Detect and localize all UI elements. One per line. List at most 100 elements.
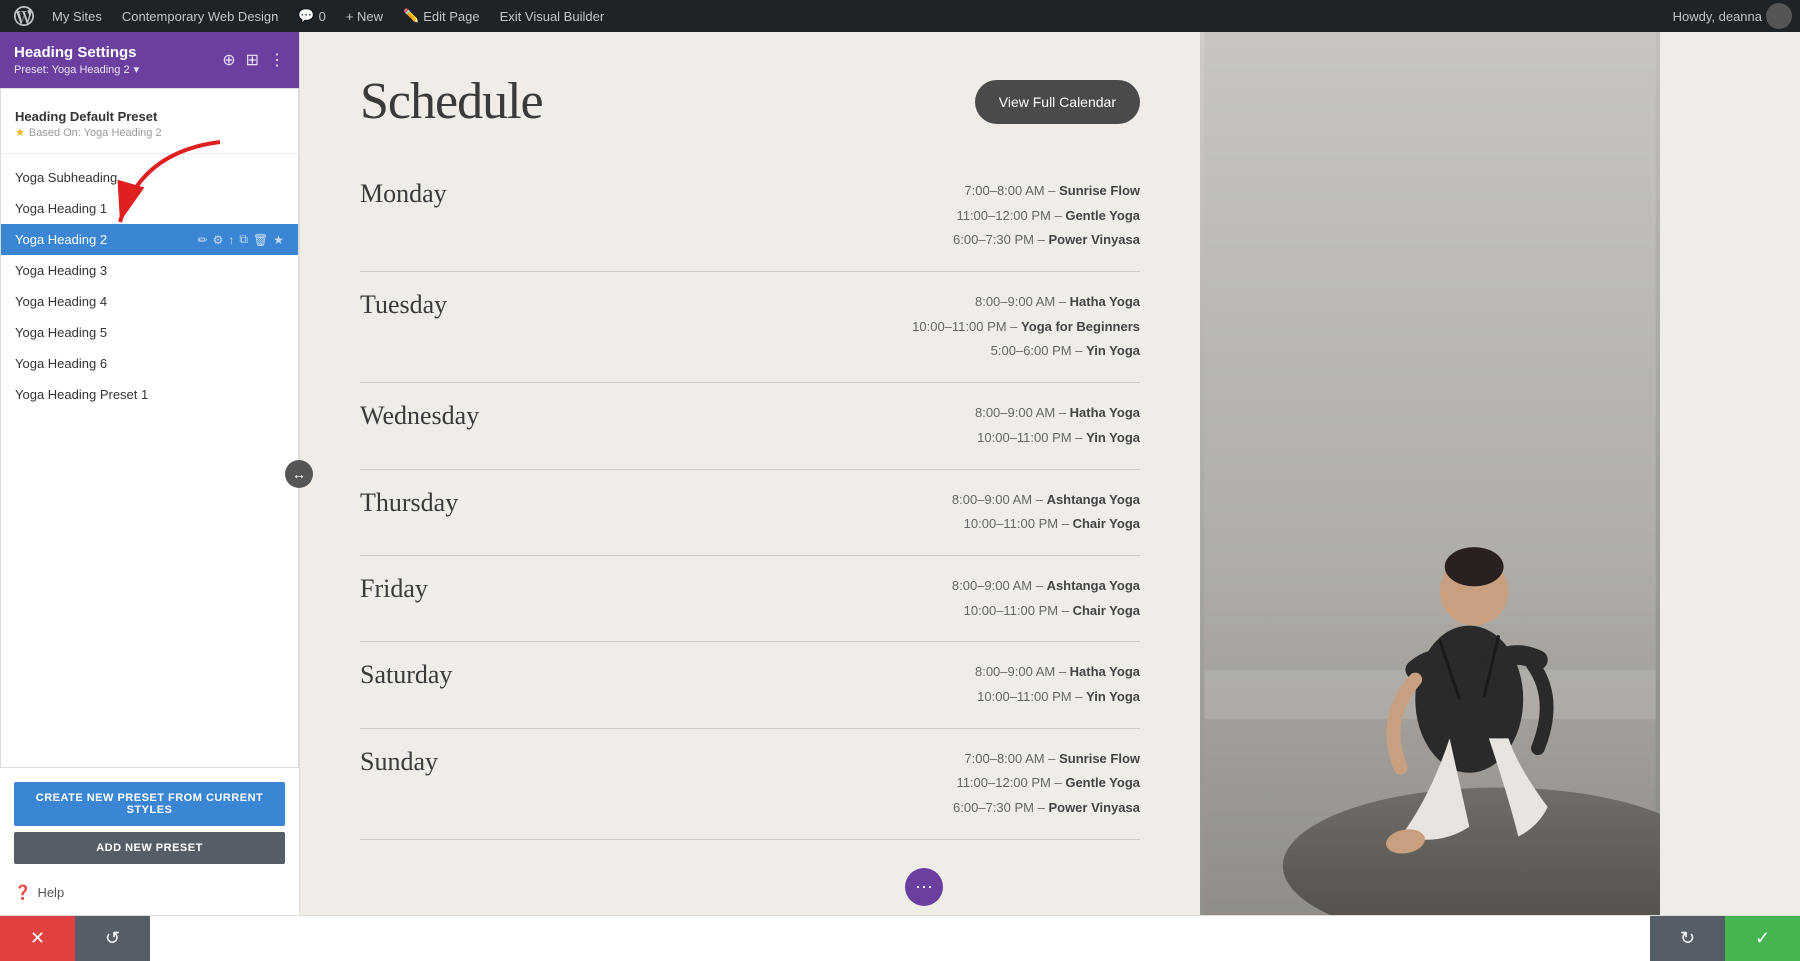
right-content: Schedule View Full Calendar Monday 7:00–8… — [300, 32, 1800, 915]
toolbar-spacer — [150, 916, 1650, 961]
preset-dropdown-arrow: ▾ — [134, 63, 140, 76]
panel-header-icons: ⊕ ⊞ ⋮ — [222, 50, 285, 70]
preset-item-label: Yoga Heading 2 — [15, 232, 107, 247]
settings-icon[interactable]: ⚙ — [213, 233, 224, 247]
preset-item-yoga-heading-4[interactable]: Yoga Heading 4 — [1, 286, 298, 317]
redo-icon: ↻ — [1680, 928, 1695, 949]
default-preset-section: Heading Default Preset ★ Based On: Yoga … — [1, 99, 298, 145]
day-name: Monday — [360, 179, 560, 209]
class-entry: 6:00–7:30 PM – Power Vinyasa — [580, 228, 1140, 253]
save-icon: ✓ — [1755, 928, 1770, 949]
schedule-row: Saturday 8:00–9:00 AM – Hatha Yoga10:00–1… — [360, 642, 1140, 728]
undo-button[interactable]: ↺ — [75, 916, 150, 961]
floating-dots-button[interactable]: ⋯ — [905, 868, 943, 906]
move-up-icon[interactable]: ↑ — [228, 233, 234, 247]
default-preset-name: Heading Default Preset — [15, 109, 284, 124]
preset-item-label: Yoga Subheading — [15, 170, 117, 185]
schedule-row: Monday7:00–8:00 AM – Sunrise Flow11:00–1… — [360, 161, 1140, 272]
wp-logo[interactable] — [8, 0, 40, 32]
panel-preset-label[interactable]: Preset: Yoga Heading 2 ▾ — [14, 63, 139, 76]
class-entry: 8:00–9:00 AM – Hatha Yoga — [580, 660, 1140, 685]
admin-bar-site[interactable]: Contemporary Web Design — [114, 0, 287, 32]
class-entry: 10:00–11:00 PM – Yin Yoga — [580, 426, 1140, 451]
class-entry: 7:00–8:00 AM – Sunrise Flow — [580, 747, 1140, 772]
day-classes: 7:00–8:00 AM – Sunrise Flow11:00–12:00 P… — [580, 747, 1140, 821]
admin-bar-edit-page[interactable]: ✏️ Edit Page — [395, 0, 488, 32]
exit-builder-label: Exit Visual Builder — [500, 9, 605, 24]
admin-bar-mysites[interactable]: My Sites — [44, 0, 110, 32]
site-label: Contemporary Web Design — [122, 9, 279, 24]
preset-item-yoga-heading-2[interactable]: Yoga Heading 2 ✏ ⚙ ↑ ⧉ 🗑 ★ — [1, 224, 298, 255]
preset-item-label: Yoga Heading 3 — [15, 263, 107, 278]
preset-item-actions: ✏ ⚙ ↑ ⧉ 🗑 ★ — [198, 232, 284, 247]
panel-header: Heading Settings Preset: Yoga Heading 2 … — [0, 32, 299, 88]
admin-bar-new[interactable]: + New — [338, 0, 391, 32]
class-entry: 7:00–8:00 AM – Sunrise Flow — [580, 179, 1140, 204]
class-entry: 10:00–11:00 PM – Yoga for Beginners — [580, 315, 1140, 340]
edit-icon[interactable]: ✏ — [198, 233, 208, 247]
schedule-row: Sunday7:00–8:00 AM – Sunrise Flow11:00–1… — [360, 729, 1140, 840]
panel-toggle-handle[interactable]: ↔ — [285, 460, 313, 488]
redo-button[interactable]: ↻ — [1650, 916, 1725, 961]
based-on-label: Based On: Yoga Heading 2 — [29, 127, 162, 139]
admin-bar-comments[interactable]: 💬 0 — [290, 0, 333, 32]
preset-list: Yoga Subheading Yoga Heading 1 Yoga Headin… — [1, 162, 298, 410]
preset-item-yoga-heading-3[interactable]: Yoga Heading 3 — [1, 255, 298, 286]
preset-item-yoga-heading-1[interactable]: Yoga Heading 1 — [1, 193, 298, 224]
class-entry: 8:00–9:00 AM – Hatha Yoga — [580, 290, 1140, 315]
preset-label-text: Preset: Yoga Heading 2 — [14, 64, 130, 76]
class-entry: 8:00–9:00 AM – Ashtanga Yoga — [580, 574, 1140, 599]
preset-item-yoga-subheading[interactable]: Yoga Subheading — [1, 162, 298, 193]
panel-search-icon[interactable]: ⊕ — [222, 50, 235, 70]
close-button[interactable]: ✕ — [0, 916, 75, 961]
admin-bar-exit-builder[interactable]: Exit Visual Builder — [492, 0, 613, 32]
left-panel: Heading Settings Preset: Yoga Heading 2 … — [0, 32, 300, 915]
day-classes: 8:00–9:00 AM – Hatha Yoga10:00–11:00 PM … — [580, 660, 1140, 709]
avatar — [1766, 3, 1792, 29]
delete-icon[interactable]: 🗑 — [253, 233, 268, 247]
preset-item-yoga-heading-5[interactable]: Yoga Heading 5 — [1, 317, 298, 348]
day-name: Saturday — [360, 660, 560, 690]
preset-item-label: Yoga Heading 6 — [15, 356, 107, 371]
view-calendar-button[interactable]: View Full Calendar — [975, 80, 1140, 124]
admin-bar-right: Howdy, deanna — [1673, 3, 1792, 29]
create-preset-button[interactable]: CREATE NEW PRESET FROM CURRENT STYLES — [14, 782, 285, 826]
day-name: Friday — [360, 574, 560, 604]
edit-page-label: Edit Page — [423, 9, 479, 24]
class-entry: 5:00–6:00 PM – Yin Yoga — [580, 339, 1140, 364]
preset-item-yoga-heading-6[interactable]: Yoga Heading 6 — [1, 348, 298, 379]
schedule-row: Wednesday8:00–9:00 AM – Hatha Yoga10:00–… — [360, 383, 1140, 469]
schedule-title: Schedule — [360, 72, 543, 131]
user-label: Howdy, deanna — [1673, 9, 1762, 24]
schedule-row: Friday8:00–9:00 AM – Ashtanga Yoga10:00–… — [360, 556, 1140, 642]
class-entry: 10:00–11:00 PM – Chair Yoga — [580, 512, 1140, 537]
preset-item-label: Yoga Heading 5 — [15, 325, 107, 340]
preset-item-label: Yoga Heading 4 — [15, 294, 107, 309]
class-entry: 10:00–11:00 PM – Yin Yoga — [580, 685, 1140, 710]
comments-count: 0 — [319, 9, 326, 24]
preset-item-yoga-heading-preset-1[interactable]: Yoga Heading Preset 1 — [1, 379, 298, 410]
day-name: Tuesday — [360, 290, 560, 320]
panel-title: Heading Settings — [14, 44, 139, 61]
panel-more-icon[interactable]: ⋮ — [269, 50, 285, 70]
schedule-table: Monday7:00–8:00 AM – Sunrise Flow11:00–1… — [360, 161, 1140, 840]
help-label: Help — [37, 885, 64, 900]
undo-icon: ↺ — [105, 928, 120, 949]
preset-item-label: Yoga Heading 1 — [15, 201, 107, 216]
preset-item-label: Yoga Heading Preset 1 — [15, 387, 148, 402]
panel-layout-icon[interactable]: ⊞ — [246, 50, 259, 70]
star-icon[interactable]: ★ — [273, 233, 284, 247]
day-classes: 8:00–9:00 AM – Hatha Yoga10:00–11:00 PM … — [580, 401, 1140, 450]
schedule-header: Schedule View Full Calendar — [360, 72, 1140, 131]
help-link[interactable]: ❓ Help — [0, 878, 299, 915]
new-label: + New — [346, 9, 383, 24]
add-preset-button[interactable]: ADD NEW PRESET — [14, 832, 285, 864]
bottom-toolbar: ✕ ↺ ↻ ✓ — [0, 915, 1800, 961]
class-entry: 11:00–12:00 PM – Gentle Yoga — [580, 771, 1140, 796]
preset-based-on: ★ Based On: Yoga Heading 2 — [15, 126, 284, 139]
yoga-image-section — [1200, 32, 1660, 915]
save-button[interactable]: ✓ — [1725, 916, 1800, 961]
duplicate-icon[interactable]: ⧉ — [239, 232, 248, 247]
close-icon: ✕ — [30, 928, 45, 949]
class-entry: 8:00–9:00 AM – Ashtanga Yoga — [580, 488, 1140, 513]
